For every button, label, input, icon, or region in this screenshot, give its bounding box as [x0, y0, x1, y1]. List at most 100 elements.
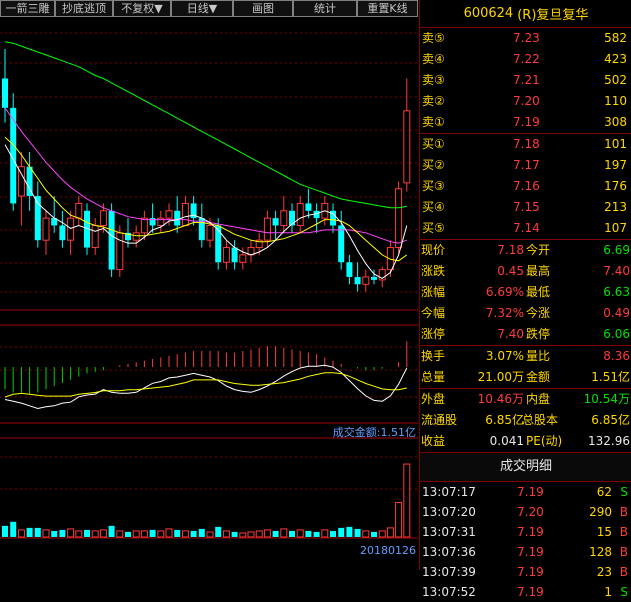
pe-value: 132.96 — [588, 434, 630, 448]
volume-bar — [403, 463, 411, 538]
quote-row: 外盘 10.46万 内盘 10.54万 — [420, 389, 631, 410]
volume-bar — [255, 530, 263, 538]
volume-bar — [215, 526, 222, 537]
candle-body — [99, 210, 107, 226]
toolbar-button-adjust[interactable]: 不复权▼ — [113, 0, 171, 17]
volume-bar — [321, 529, 329, 538]
trade-price: 7.20 — [517, 505, 544, 519]
open-price: 6.69 — [603, 243, 630, 257]
trade-direction: S — [620, 485, 628, 499]
toolbar-button-period[interactable]: 日线▼ — [171, 0, 233, 17]
candle-body — [272, 218, 279, 226]
sell-order-row: 卖① 7.19 308 — [420, 112, 631, 133]
date-label: 20180126 — [360, 544, 416, 557]
sell-order-row: 卖④ 7.22 423 — [420, 49, 631, 70]
volume-bar — [149, 529, 156, 537]
order-price: 7.23 — [513, 31, 540, 45]
candle-body — [116, 232, 124, 271]
volume-bar — [140, 530, 148, 538]
change-label: 涨跌 — [421, 264, 446, 278]
stock-name: (R)复旦复华 — [517, 8, 589, 23]
volume-bar — [346, 526, 353, 537]
float-label: 流通股 — [421, 413, 458, 427]
quote-row: 涨幅 6.69% 最低 6.63 — [420, 282, 631, 303]
candle-body — [239, 254, 247, 263]
trade-time: 13:07:52 — [422, 585, 476, 599]
totalvol-label: 总量 — [421, 370, 446, 384]
trade-time: 13:07:17 — [422, 485, 476, 499]
candle-body — [91, 224, 99, 249]
candle-body — [263, 217, 271, 241]
volume-bar — [231, 531, 238, 537]
toolbar-button-draw[interactable]: 画图 — [233, 0, 293, 17]
volume-bar — [2, 525, 8, 537]
candle-body — [206, 224, 214, 241]
volume-bar — [10, 521, 17, 537]
dif-line — [4, 364, 408, 410]
toolbar-button-one-arrow[interactable]: 一箭三雕 — [0, 0, 55, 17]
price-change: 0.45 — [497, 264, 524, 278]
trade-direction: B — [619, 525, 628, 539]
candle-body — [75, 202, 83, 219]
trade-price: 7.19 — [517, 485, 544, 499]
volume-bar — [296, 529, 304, 538]
volume-bar — [91, 530, 99, 538]
kline-chart[interactable]: 成交金额:1.51亿 20180126 — [0, 17, 418, 570]
total-shares: 6.85亿 — [591, 413, 630, 427]
volume-bar — [75, 530, 83, 538]
volume-bar — [289, 530, 295, 537]
volume-bar — [34, 527, 41, 537]
upstop-price: 7.40 — [497, 327, 524, 341]
volume-bar — [386, 527, 394, 538]
volume-bar — [26, 527, 33, 537]
toolbar-button-reset[interactable]: 重置K线 — [357, 0, 418, 17]
float-shares: 6.85亿 — [485, 413, 524, 427]
volume-bar — [206, 531, 214, 538]
volume-bar — [378, 530, 386, 538]
candle-body — [140, 217, 148, 234]
trade-list[interactable]: 13:07:17 7.19 62 S 13:07:20 7.20 290 B 13:07:31 7… — [420, 482, 631, 602]
toolbar-button-bottom-top[interactable]: 抄底逃顶 — [55, 0, 113, 17]
order-price: 7.18 — [513, 137, 540, 151]
candle-body — [371, 276, 377, 280]
trade-time: 13:07:36 — [422, 545, 476, 559]
volratio-label: 量比 — [526, 349, 551, 363]
volume-bar — [239, 532, 247, 538]
order-label: 卖③ — [422, 73, 445, 87]
amount-caption: 成交金额:1.51亿 — [333, 425, 416, 439]
volume-bar — [157, 530, 165, 538]
toolbar-button-stats[interactable]: 统计 — [293, 0, 357, 17]
candle-body — [42, 217, 50, 241]
volume-bar — [313, 531, 320, 537]
volume-bar — [263, 529, 271, 538]
order-volume: 582 — [604, 31, 627, 45]
order-volume: 101 — [604, 137, 627, 151]
trade-volume: 290 — [589, 505, 612, 519]
order-price: 7.20 — [513, 94, 540, 108]
volume-bar — [116, 530, 124, 538]
trades-title: 成交明细 — [420, 452, 631, 482]
trade-price: 7.19 — [517, 585, 544, 599]
stock-code: 600624 — [463, 6, 514, 21]
volume-bar — [371, 531, 377, 537]
trade-row: 13:07:31 7.19 15 B — [420, 522, 631, 542]
quote-row: 总量 21.00万 金额 1.51亿 — [420, 367, 631, 388]
order-price: 7.17 — [513, 158, 540, 172]
candle-body — [362, 276, 370, 285]
order-label: 卖② — [422, 94, 445, 108]
trade-time: 13:07:20 — [422, 505, 476, 519]
order-label: 买③ — [422, 179, 445, 193]
volume-bar — [165, 528, 173, 538]
trade-volume: 15 — [596, 525, 612, 539]
order-price: 7.15 — [513, 200, 540, 214]
order-volume: 502 — [604, 73, 627, 87]
quote-row: 涨跌 0.45 最高 7.40 — [420, 261, 631, 282]
candle-body — [215, 225, 222, 263]
sell-orders: 卖⑤ 7.23 582 卖④ 7.22 423 卖③ 7.21 502 卖② 7.20 110 卖① 7.… — [420, 28, 631, 133]
outer-volume: 10.46万 — [477, 392, 524, 406]
outer-label: 外盘 — [421, 392, 446, 406]
trade-volume: 1 — [604, 585, 612, 599]
candle-body — [2, 78, 8, 108]
chart-toolbar: 一箭三雕 抄底逃顶 不复权▼ 日线▼ 画图 统计 重置K线 — [0, 0, 418, 17]
volume-bar — [59, 529, 66, 537]
